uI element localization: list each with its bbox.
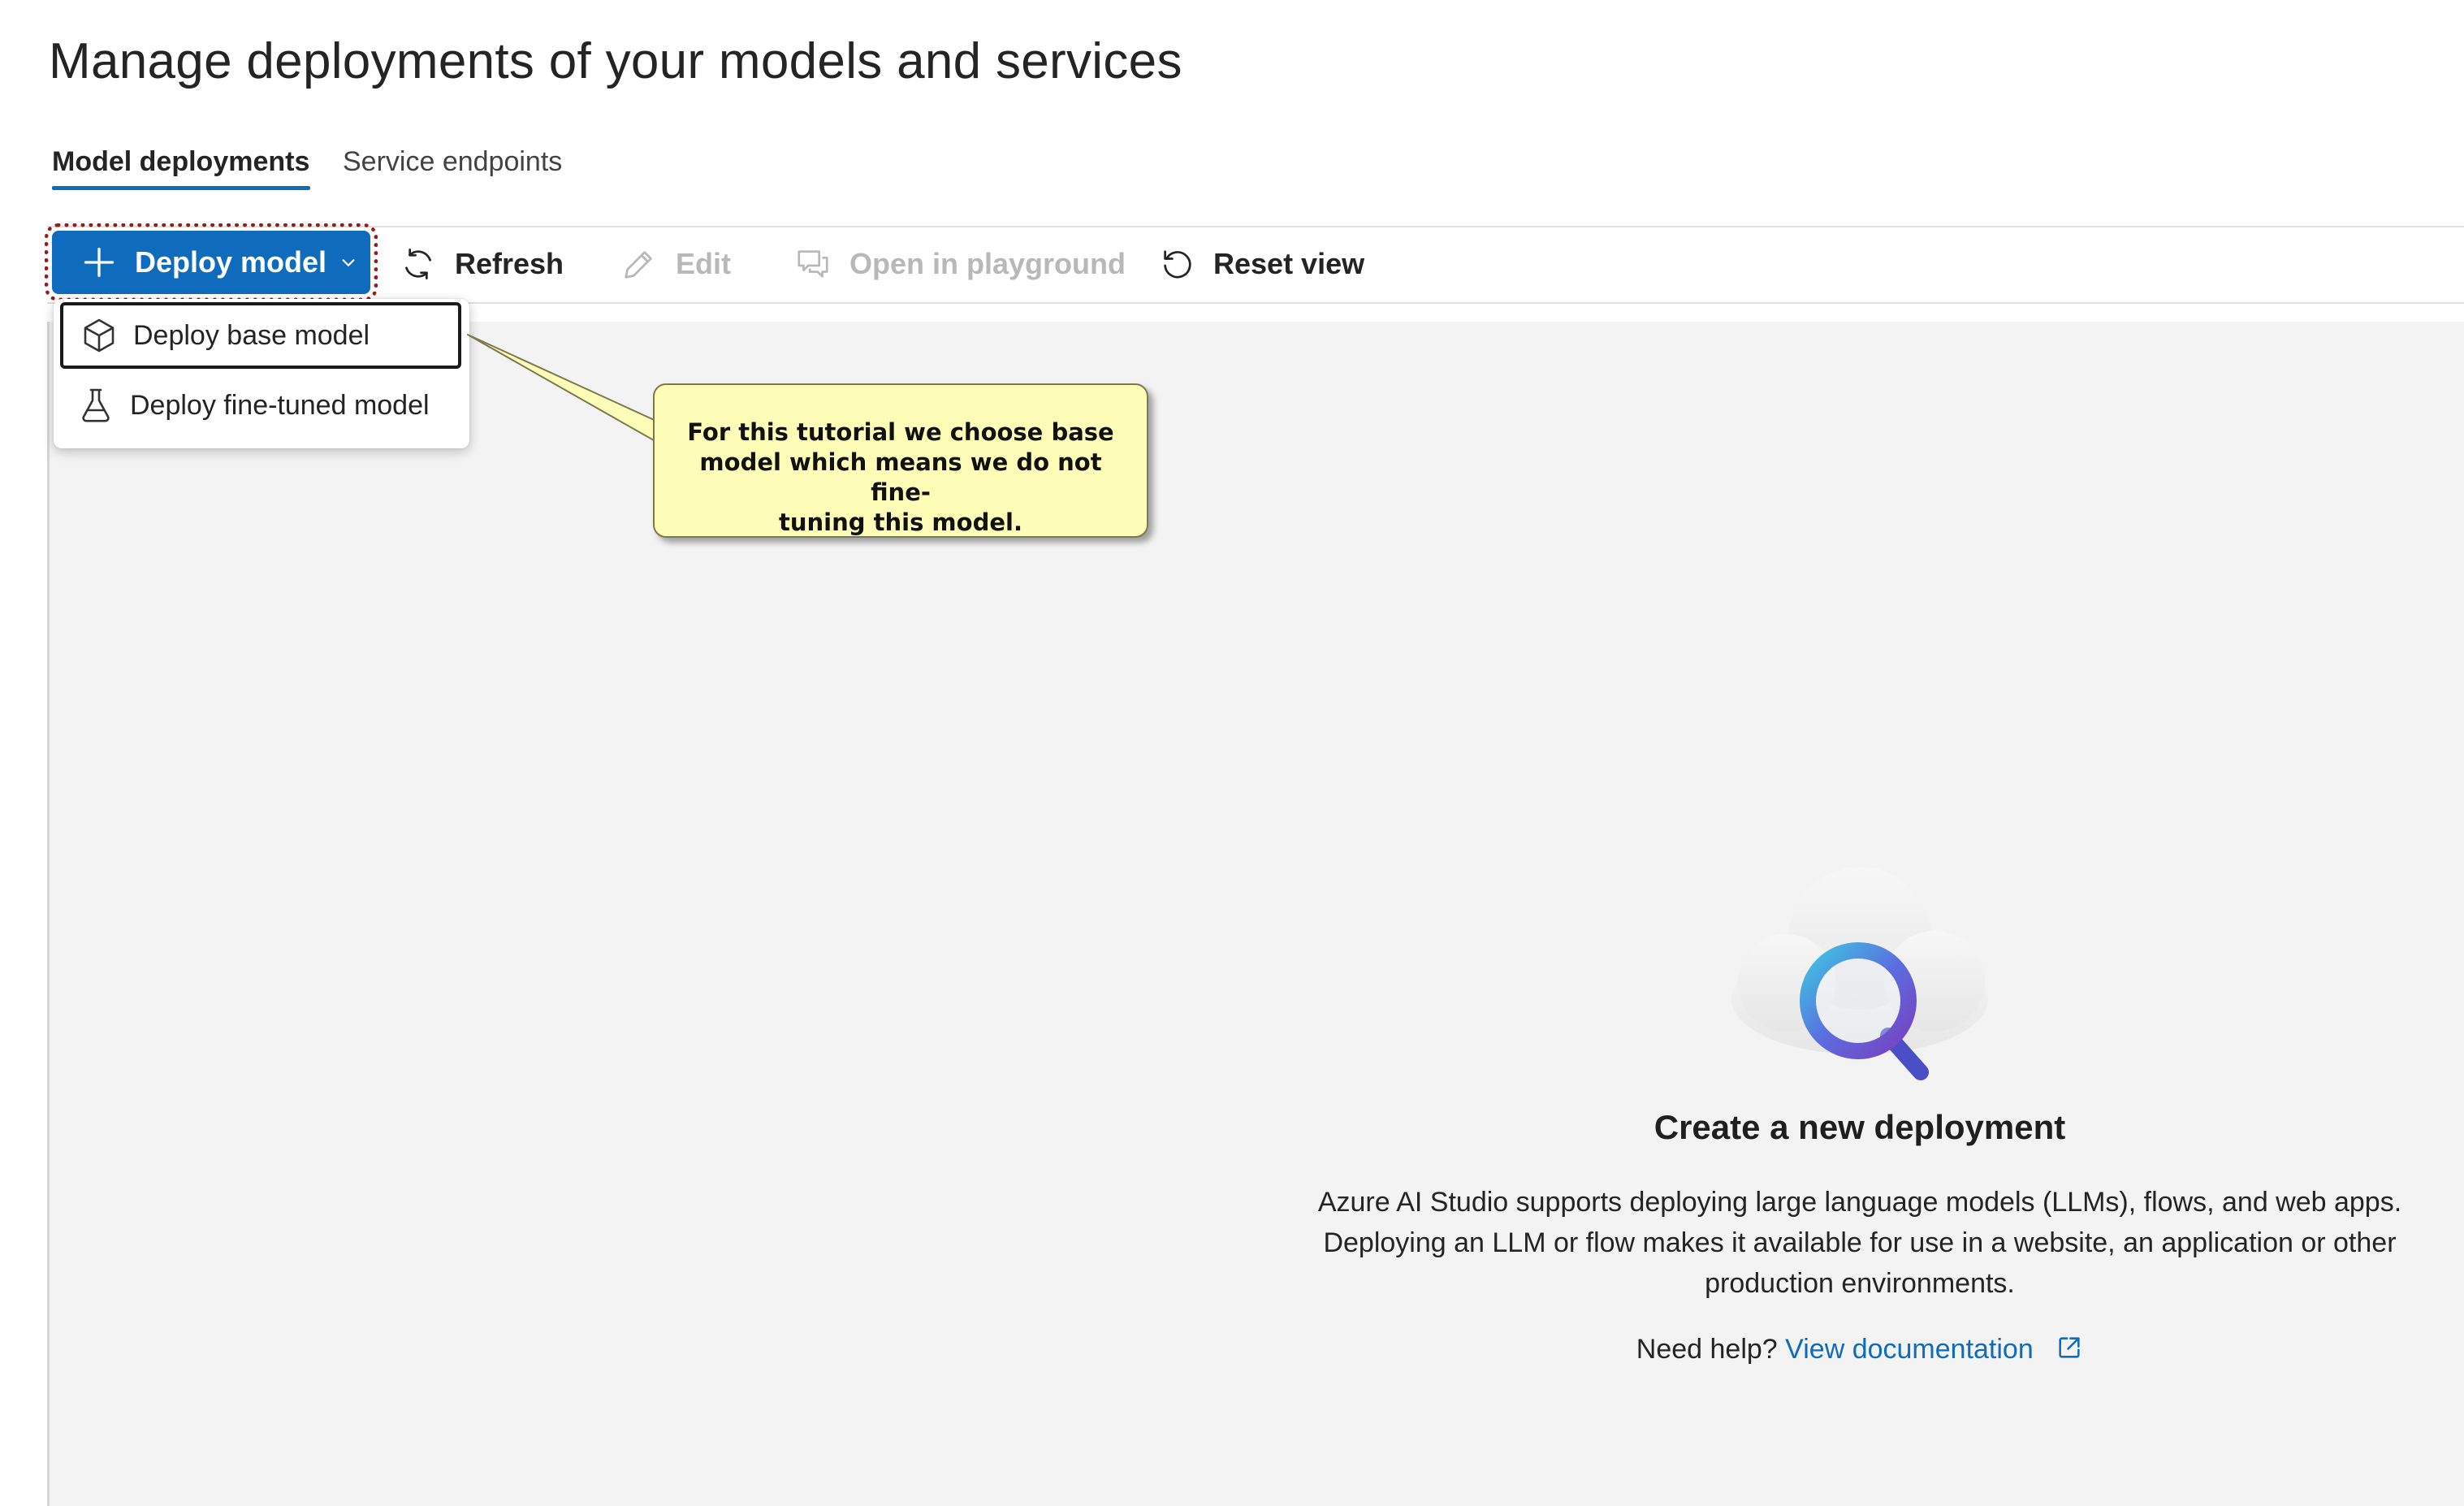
reset-view-button[interactable]: Reset view [1158,236,1364,292]
empty-state-description: Azure AI Studio supports deploying large… [1283,1182,2436,1304]
callout-line: For this tutorial we choose base [687,418,1114,446]
flask-icon [82,388,110,422]
callout-line: model which means we do not fine- [699,448,1102,506]
help-row: Need help? View documentation [1299,1334,2420,1365]
deploy-model-menu: Deploy base model Deploy fine-tuned mode… [54,299,469,448]
chevron-down-icon [342,259,355,266]
open-in-playground-button[interactable]: Open in playground [794,236,1126,292]
description-line: production environments. [1705,1268,2015,1299]
external-link-icon [2059,1337,2080,1358]
menu-item-label: Deploy base model [133,319,370,351]
tab-active-indicator [52,186,310,190]
view-documentation-label: View documentation [1785,1334,2034,1365]
tab-label: Service endpoints [343,146,563,177]
tab-model-deployments[interactable]: Model deployments [52,140,310,190]
undo-icon [1164,250,1191,279]
help-prefix: Need help? [1636,1334,1778,1365]
cloud-search-illustration [1731,867,1988,1080]
deploy-model-button[interactable]: Deploy model [45,223,378,301]
page-title: Manage deployments of your models and se… [49,33,1182,89]
menu-item-deploy-fine-tuned-model[interactable]: Deploy fine-tuned model [60,372,461,439]
empty-state-title: Create a new deployment [1653,1108,2066,1146]
deployments-content-area [47,322,2464,1506]
magnifier-icon [1800,942,1929,1080]
edit-label: Edit [676,247,731,280]
cube-icon [84,318,115,353]
deploy-model-label: Deploy model [135,245,327,279]
tutorial-callout: For this tutorial we choose base model w… [653,383,1148,538]
reset-view-label: Reset view [1213,247,1365,280]
menu-item-deploy-base-model[interactable]: Deploy base model [60,302,461,369]
tab-label: Model deployments [52,146,310,177]
tab-service-endpoints[interactable]: Service endpoints [343,140,562,190]
pencil-icon [625,251,652,279]
chat-bubbles-icon [798,250,828,278]
refresh-label: Refresh [455,247,564,280]
view-documentation-link[interactable]: View documentation [1785,1334,2083,1365]
open-in-playground-label: Open in playground [849,247,1126,280]
callout-line: tuning this model. [779,508,1022,536]
edit-button[interactable]: Edit [620,236,731,292]
callout-pointer [467,334,660,444]
menu-item-label: Deploy fine-tuned model [130,389,430,421]
refresh-button[interactable]: Refresh [400,236,564,292]
description-line: Deploying an LLM or flow makes it availa… [1323,1227,2397,1258]
description-line: Azure AI Studio supports deploying large… [1317,1187,2402,1218]
refresh-icon [405,249,431,279]
plus-icon [84,247,115,278]
